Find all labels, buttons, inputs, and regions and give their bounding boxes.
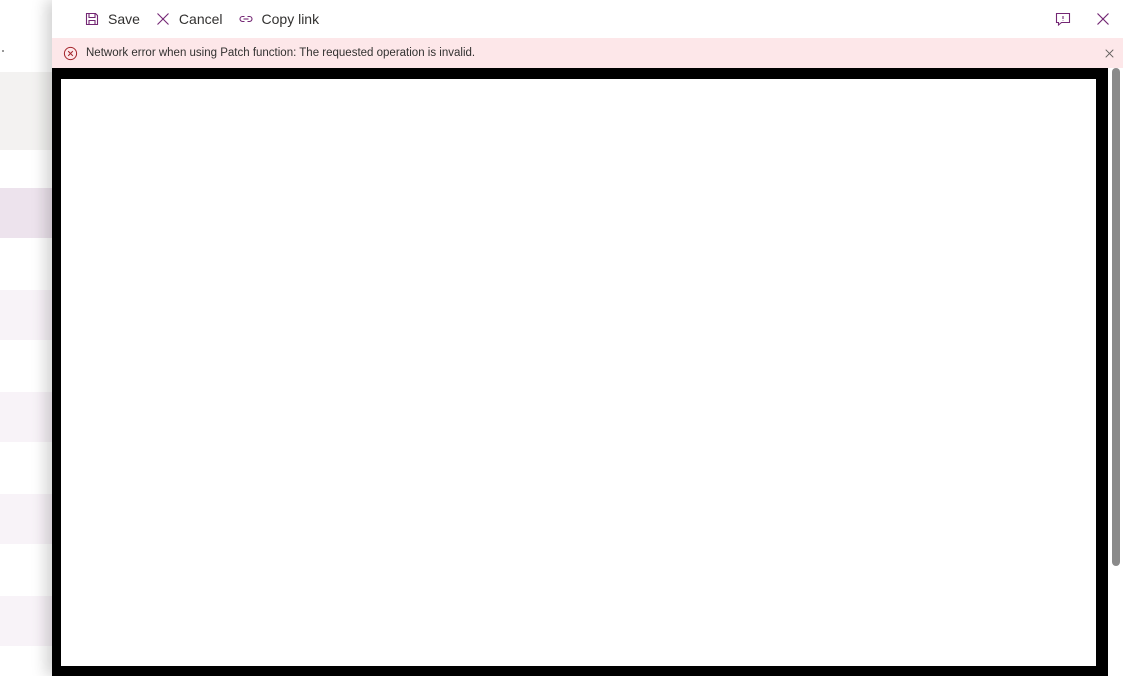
save-label: Save: [108, 11, 140, 27]
list-item: [0, 494, 60, 544]
error-message: Network error when using Patch function:…: [86, 47, 476, 59]
vertical-scrollbar[interactable]: [1108, 68, 1123, 676]
scrollbar-thumb[interactable]: [1112, 68, 1120, 566]
error-message-bar: Network error when using Patch function:…: [52, 38, 1123, 68]
list-item: [0, 290, 60, 340]
panel-actions: [1043, 0, 1123, 38]
comment-icon: [1055, 11, 1071, 27]
command-bar: Save Cancel Copy link: [52, 0, 1123, 38]
link-icon: [238, 11, 254, 27]
dismiss-error-button[interactable]: [1101, 45, 1117, 61]
copy-link-button[interactable]: Copy link: [236, 4, 327, 34]
form-content-area: [61, 79, 1096, 666]
close-icon: [1095, 11, 1111, 27]
close-icon: [1104, 48, 1115, 59]
list-item: [0, 392, 60, 442]
background-list: [0, 0, 60, 676]
close-icon: [155, 11, 171, 27]
save-button[interactable]: Save: [82, 4, 147, 34]
cancel-label: Cancel: [178, 11, 223, 27]
cancel-button[interactable]: Cancel: [153, 4, 230, 34]
error-icon: [63, 46, 78, 61]
list-item: [0, 596, 60, 646]
list-item: [0, 188, 60, 238]
copy-link-label: Copy link: [261, 11, 320, 27]
content-frame: [52, 68, 1108, 676]
save-icon: [84, 11, 100, 27]
background-dot: [2, 50, 4, 52]
edit-panel: Save Cancel Copy link Network error when…: [52, 0, 1123, 676]
close-panel-button[interactable]: [1083, 1, 1123, 37]
list-item: [0, 72, 60, 150]
feedback-button[interactable]: [1043, 1, 1083, 37]
